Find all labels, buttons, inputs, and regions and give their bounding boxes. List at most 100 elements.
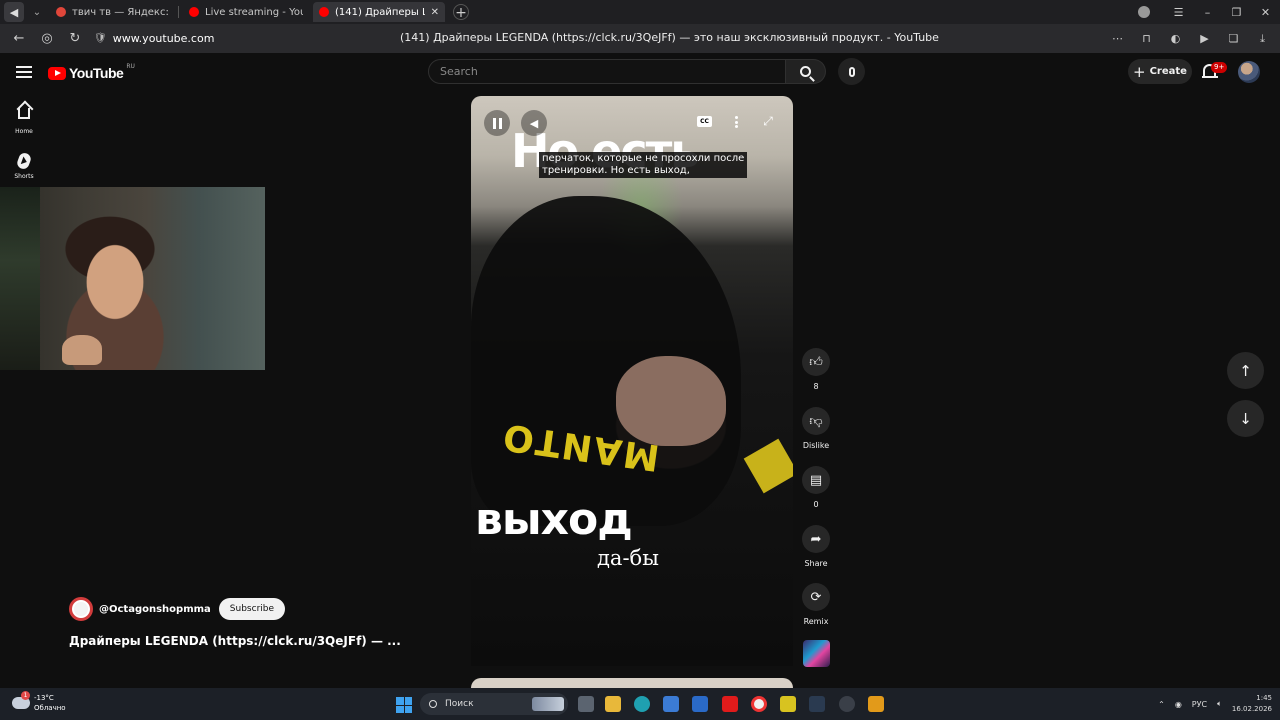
like-count: 8 [813,382,819,391]
share-button[interactable]: ➦ Share [796,525,836,568]
tab-label: твич тв — Яндекс: нашлось [72,6,170,18]
minimize-button[interactable]: – [1193,6,1222,19]
dark-figure [471,196,741,526]
fullscreen-icon[interactable]: ⤢ [762,115,774,127]
network-tray-icon[interactable]: ◉ [1175,700,1182,709]
voice-search-button[interactable] [838,58,865,85]
youtube-app-icon[interactable] [722,696,738,712]
remix-button[interactable]: ⟳ Remix [796,583,836,626]
game-icon[interactable] [868,696,884,712]
channel-handle[interactable]: @Octagonshopmma [99,604,211,615]
comment-icon: ▤ [802,466,830,494]
restore-button[interactable]: ❐ [1222,6,1251,19]
steam-icon[interactable] [809,696,825,712]
more-options-button[interactable] [734,116,738,128]
language-indicator[interactable]: РУС [1192,700,1207,709]
close-window-button[interactable]: ✕ [1251,6,1280,19]
tab-active-short[interactable]: (141) Драйперы LEG ✕ [313,2,445,22]
reload-button[interactable]: ↻ [66,30,84,48]
remix-icon: ⟳ [802,583,830,611]
comments-button[interactable]: ▤ 0 [796,466,836,509]
back-button[interactable]: ← [10,30,28,48]
menu-icon[interactable]: ☰ [1164,6,1193,19]
collections-icon[interactable]: ❏ [1224,29,1243,48]
guide-item-shorts[interactable]: Shorts [8,151,40,180]
windows-taskbar: 1 -13°C Облачно Поиск ⌃ ◉ РУС 🔈︎ 1:45 16… [0,688,1280,720]
tab-yandex[interactable]: твич тв — Яндекс: нашлось [50,2,176,22]
address-bar: ← ◎ ↻ 🛡 www.youtube.com (141) Драйперы L… [0,24,1280,53]
guide-item-home[interactable]: Home [8,103,40,135]
thumbs-up-icon: 👍︎ [802,348,830,376]
clock-date: 16.02.2026 [1231,705,1272,713]
create-button[interactable]: + Create [1128,59,1192,84]
speaker-icon: ◀ [529,116,539,130]
country-code: RU [126,62,135,70]
sound-thumbnail[interactable] [803,640,830,667]
url-text: www.youtube.com [112,32,215,45]
windows-start-icon[interactable] [396,697,412,713]
guide-menu-button[interactable] [14,63,34,81]
short-title[interactable]: Драйперы LEGENDA (https://clck.ru/3QeJFf… [69,634,401,648]
app-icon[interactable] [780,696,796,712]
tab-youtube-studio[interactable]: Live streaming - YouTube Stud [183,2,309,22]
edge-icon[interactable] [634,696,650,712]
youtube-logo[interactable]: YouTube RU [48,62,135,81]
next-short-preview[interactable] [471,678,793,688]
dislike-label: Dislike [802,441,830,450]
share-icon: ➦ [802,525,830,553]
remix-label: Remix [803,617,829,626]
system-tray: ⌃ ◉ РУС 🔈︎ 1:45 16.02.2026 [1158,688,1272,720]
channel-avatar[interactable] [69,597,93,621]
search-icon [800,66,811,77]
arrow-up-icon: ↑ [1239,361,1252,380]
yandex-browser-icon[interactable] [751,696,767,712]
store-icon[interactable] [663,696,679,712]
like-button[interactable]: 👍︎ 8 [796,348,836,391]
speaker-icon[interactable]: ◀ [4,2,24,22]
short-video-player[interactable]: MANTO Но есть перчаток, которые не просо… [471,96,793,666]
pause-button[interactable] [484,110,510,136]
profile-icon[interactable] [1138,6,1150,18]
window-controls: ☰ – ❐ ✕ [1138,0,1280,24]
task-view-icon[interactable] [578,696,594,712]
bell-base [1202,76,1218,78]
christmas-tree-decor [0,187,40,370]
search-input[interactable] [429,60,785,83]
captions-button[interactable]: CC [697,116,712,127]
search-highlight-image [532,697,564,711]
webcam-overlay [0,187,265,370]
new-tab-button[interactable]: + [453,4,469,21]
video-small-word: да-бы [597,546,659,570]
clock[interactable]: 1:45 16.02.2026 [1232,693,1272,715]
extension-icon[interactable]: ◐ [1166,29,1185,48]
search-button[interactable] [786,59,826,84]
notifications-badge: 9+ [1211,62,1228,73]
chevron-up-icon[interactable]: ⌃ [1158,700,1165,709]
yandex-protect-icon[interactable]: ◎ [38,30,56,48]
more-icon[interactable]: ⋯ [1108,29,1127,48]
microphone-icon [848,66,855,77]
dislike-button[interactable]: 👎︎ Dislike [796,407,836,450]
share-label: Share [804,559,828,568]
volume-button[interactable]: ◀ [521,110,547,136]
cloud-icon: 1 [12,691,30,709]
file-explorer-icon[interactable] [605,696,621,712]
account-avatar[interactable] [1238,61,1260,83]
subscribe-button[interactable]: Subscribe [218,598,286,620]
home-icon [18,108,30,119]
weather-widget[interactable]: 1 -13°C Облачно [12,691,66,713]
weather-desc: Облачно [34,704,66,712]
url-field[interactable]: 🛡 www.youtube.com [94,32,214,45]
download-icon[interactable]: ⤓ [1253,29,1272,48]
bookmark-icon[interactable]: ⊓ [1137,29,1156,48]
chevron-down-icon[interactable]: ⌄ [28,3,46,21]
arrow-down-icon: ↓ [1239,409,1252,428]
outlook-icon[interactable] [692,696,708,712]
taskbar-search[interactable]: Поиск [420,693,568,715]
tab-close-icon[interactable]: ✕ [431,7,439,18]
media-icon[interactable]: ▶ [1195,29,1214,48]
previous-short-button[interactable]: ↑ [1227,352,1264,389]
volume-tray-icon[interactable]: 🔈︎ [1217,699,1222,709]
obs-icon[interactable] [839,696,855,712]
next-short-button[interactable]: ↓ [1227,400,1264,437]
